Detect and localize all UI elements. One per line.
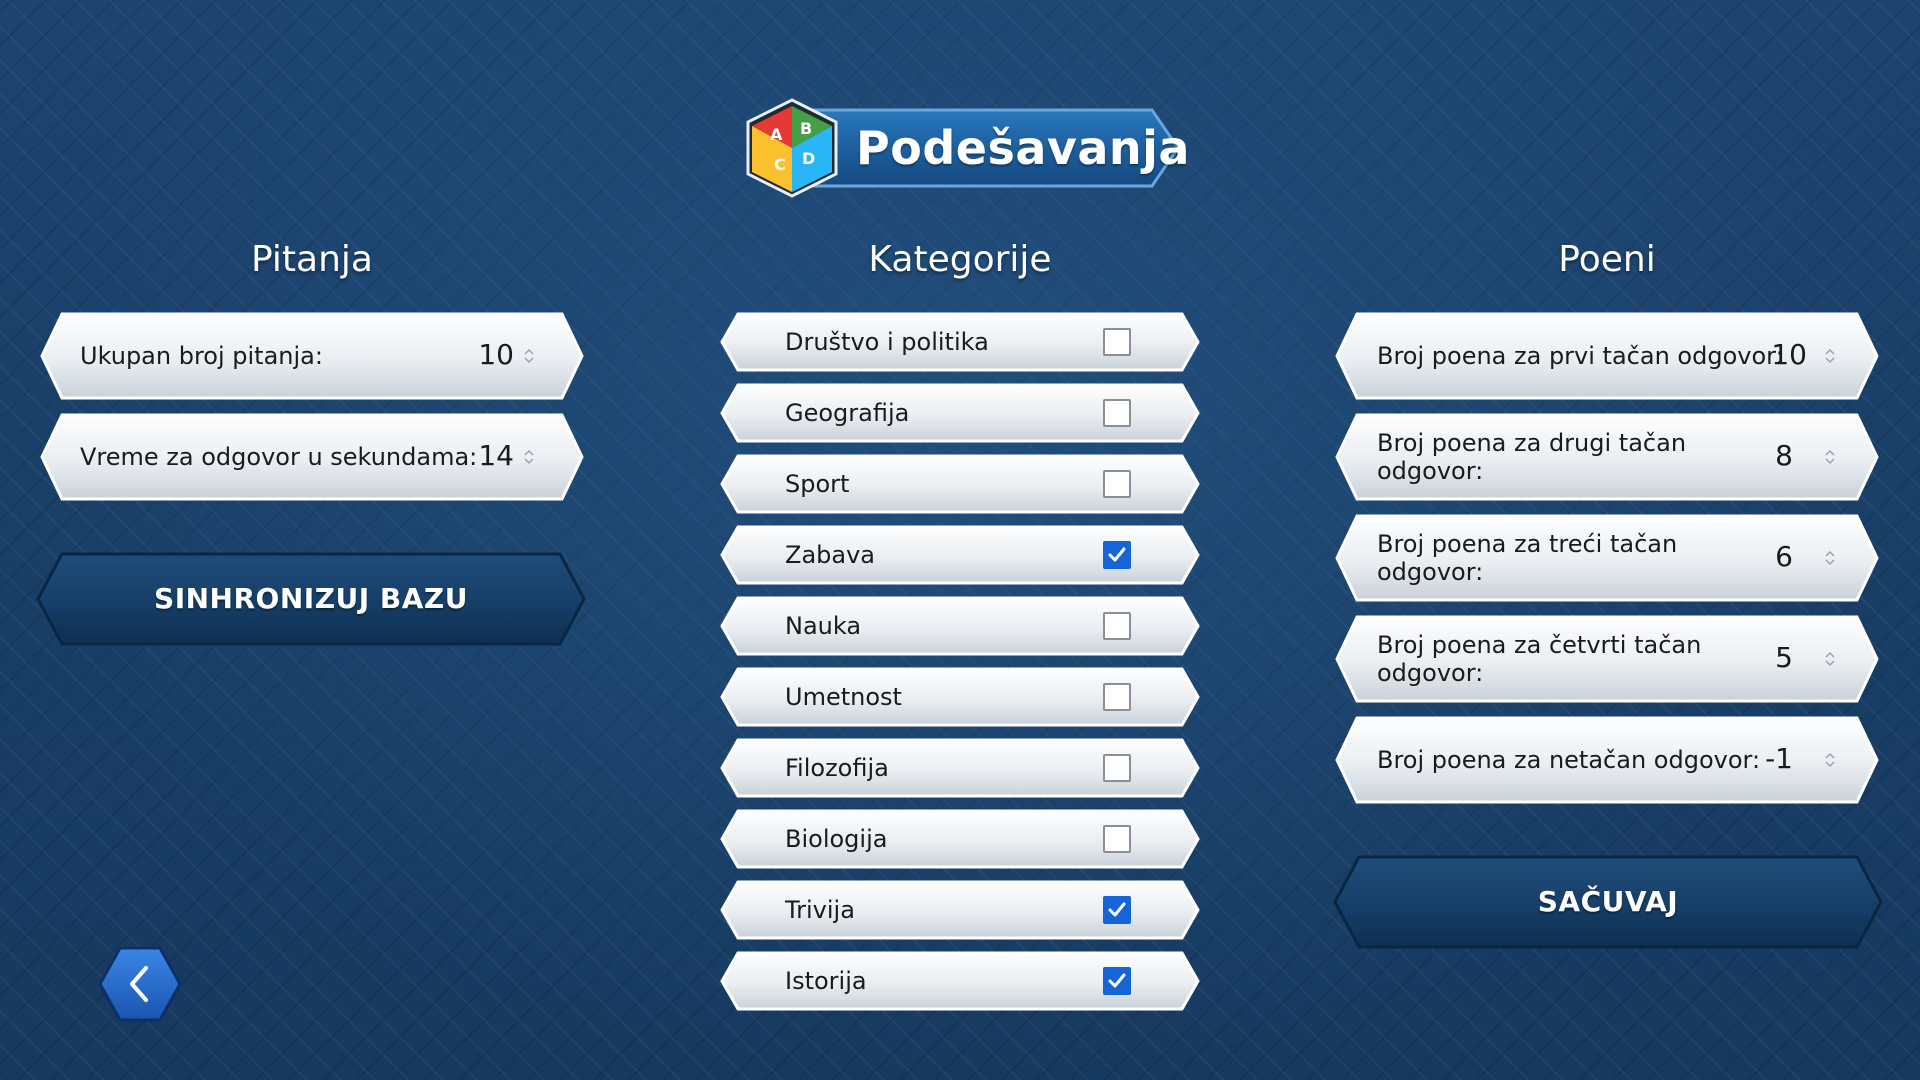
category-checkbox[interactable] — [1103, 328, 1131, 356]
fourth-correct-points-value[interactable]: 5 — [1775, 641, 1793, 674]
category-checkbox[interactable] — [1103, 825, 1131, 853]
total-questions-field[interactable]: Ukupan broj pitanja: 10 — [40, 312, 584, 400]
answer-time-label: Vreme za odgovor u sekundama: — [80, 443, 478, 471]
logo-letter-d: D — [802, 149, 815, 168]
spinner-arrows-icon[interactable] — [524, 348, 534, 364]
category-checkbox[interactable] — [1103, 612, 1131, 640]
category-item[interactable]: Geografija — [720, 383, 1200, 443]
page-header: Podešavanja A B C D — [740, 96, 1189, 200]
category-label: Sport — [785, 470, 850, 498]
second-correct-points-label-line2: odgovor: — [1377, 457, 1484, 485]
third-correct-points-label: Broj poena za treći tačan odgovor: — [1377, 530, 1677, 586]
first-correct-points-field[interactable]: Broj poena za prvi tačan odgovor: 10 — [1335, 312, 1879, 400]
fourth-correct-points-field[interactable]: Broj poena za četvrti tačan odgovor: 5 — [1335, 615, 1879, 703]
second-correct-points-label: Broj poena za drugi tačan odgovor: — [1377, 429, 1686, 485]
category-checkbox[interactable] — [1103, 967, 1131, 995]
category-item[interactable]: Umetnost — [720, 667, 1200, 727]
category-checkbox[interactable] — [1103, 399, 1131, 427]
category-label: Filozofija — [785, 754, 889, 782]
category-checkbox[interactable] — [1103, 896, 1131, 924]
logo-letter-c: C — [774, 155, 786, 174]
category-label: Istorija — [785, 967, 867, 995]
wrong-answer-points-label: Broj poena za netačan odgovor: — [1377, 746, 1761, 774]
category-label: Biologija — [785, 825, 888, 853]
first-correct-points-label: Broj poena za prvi tačan odgovor: — [1377, 342, 1784, 370]
fourth-correct-points-label: Broj poena za četvrti tačan odgovor: — [1377, 631, 1701, 687]
spinner-arrows-icon[interactable] — [1825, 651, 1835, 667]
checkmark-icon — [1108, 547, 1126, 562]
third-correct-points-value[interactable]: 6 — [1775, 540, 1793, 573]
spinner-arrows-icon[interactable] — [1825, 752, 1835, 768]
category-item[interactable]: Biologija — [720, 809, 1200, 869]
spinner-arrows-icon[interactable] — [1825, 348, 1835, 364]
category-item[interactable]: Društvo i politika — [720, 312, 1200, 372]
questions-column-title: Pitanja — [251, 239, 373, 280]
third-correct-points-label-line2: odgovor: — [1377, 558, 1484, 586]
answer-time-field[interactable]: Vreme za odgovor u sekundama: 14 — [40, 413, 584, 501]
category-label: Trivija — [785, 896, 855, 924]
category-item[interactable]: Trivija — [720, 880, 1200, 940]
total-questions-label: Ukupan broj pitanja: — [80, 342, 323, 370]
category-label: Zabava — [785, 541, 875, 569]
category-label: Geografija — [785, 399, 910, 427]
category-checkbox[interactable] — [1103, 470, 1131, 498]
sync-database-button[interactable]: SINHRONIZUJ BAZU — [36, 552, 586, 646]
chevron-left-icon — [98, 946, 182, 1022]
category-item[interactable]: Nauka — [720, 596, 1200, 656]
sync-database-label: SINHRONIZUJ BAZU — [154, 582, 468, 615]
wrong-answer-points-value[interactable]: -1 — [1765, 742, 1793, 775]
app-logo: A B C D — [746, 98, 838, 198]
checkmark-icon — [1108, 902, 1126, 917]
category-label: Nauka — [785, 612, 862, 640]
category-label: Umetnost — [785, 683, 902, 711]
spinner-arrows-icon[interactable] — [1825, 449, 1835, 465]
checkmark-icon — [1108, 973, 1126, 988]
first-correct-points-value[interactable]: 10 — [1771, 338, 1807, 371]
fourth-correct-points-label-line1: Broj poena za četvrti tačan — [1377, 631, 1702, 659]
category-item[interactable]: Filozofija — [720, 738, 1200, 798]
category-item[interactable]: Sport — [720, 454, 1200, 514]
spinner-arrows-icon[interactable] — [524, 449, 534, 465]
total-questions-value[interactable]: 10 — [478, 338, 514, 371]
answer-time-value[interactable]: 14 — [478, 439, 514, 472]
save-label: SAČUVAJ — [1537, 885, 1679, 918]
save-button[interactable]: SAČUVAJ — [1333, 855, 1883, 949]
category-checkbox[interactable] — [1103, 541, 1131, 569]
third-correct-points-field[interactable]: Broj poena za treći tačan odgovor: 6 — [1335, 514, 1879, 602]
second-correct-points-value[interactable]: 8 — [1775, 439, 1793, 472]
points-column-title: Poeni — [1558, 239, 1656, 280]
category-item[interactable]: Zabava — [720, 525, 1200, 585]
back-button[interactable] — [98, 946, 182, 1022]
category-checkbox[interactable] — [1103, 754, 1131, 782]
category-checkbox[interactable] — [1103, 683, 1131, 711]
second-correct-points-field[interactable]: Broj poena za drugi tačan odgovor: 8 — [1335, 413, 1879, 501]
page-title: Podešavanja — [856, 121, 1190, 175]
spinner-arrows-icon[interactable] — [1825, 550, 1835, 566]
logo-letter-b: B — [800, 119, 812, 138]
wrong-answer-points-field[interactable]: Broj poena za netačan odgovor: -1 — [1335, 716, 1879, 804]
third-correct-points-label-line1: Broj poena za treći tačan — [1377, 530, 1678, 558]
second-correct-points-label-line1: Broj poena za drugi tačan — [1377, 429, 1687, 457]
categories-column-title: Kategorije — [868, 239, 1052, 280]
category-item[interactable]: Istorija — [720, 951, 1200, 1011]
logo-letter-a: A — [770, 125, 783, 144]
category-label: Društvo i politika — [785, 328, 989, 356]
fourth-correct-points-label-line2: odgovor: — [1377, 659, 1484, 687]
